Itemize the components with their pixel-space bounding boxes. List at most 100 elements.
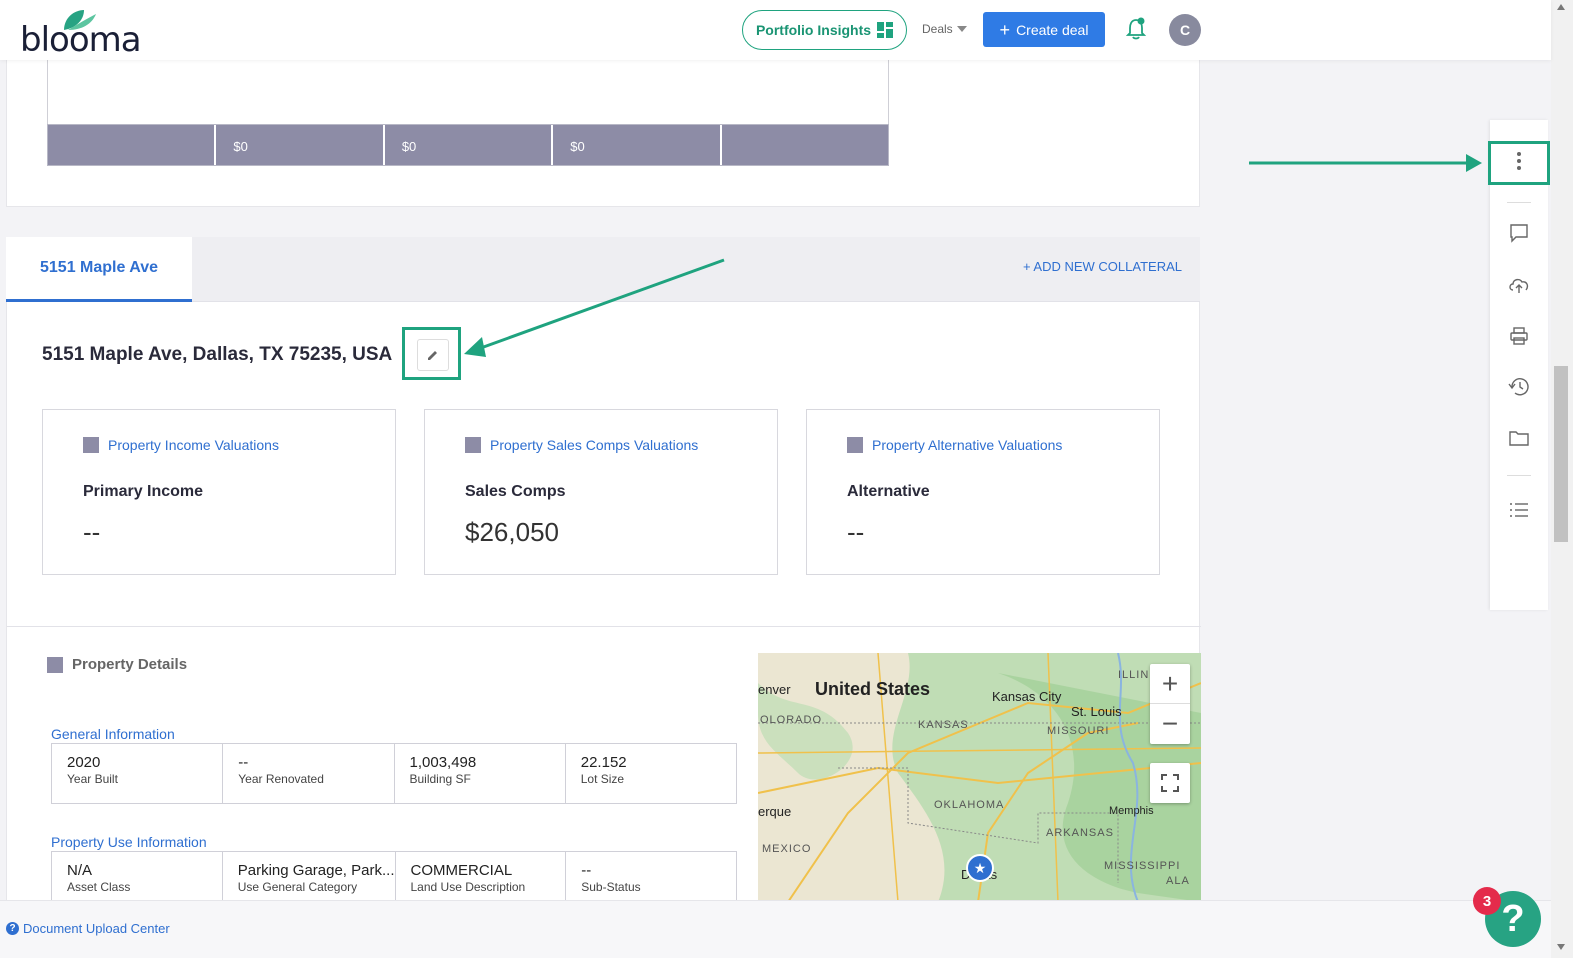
- use-general-category-label: Use General Category: [237, 880, 358, 894]
- list-icon: [1510, 503, 1528, 517]
- more-options-highlight-box: [1488, 141, 1550, 185]
- create-deal-button[interactable]: + Create deal: [983, 12, 1105, 47]
- map-city-label: enver: [758, 682, 791, 697]
- map-country-label: United States: [815, 679, 931, 699]
- map-state-label: OLORADO: [760, 714, 823, 726]
- building-sf-label: Building SF: [409, 772, 471, 786]
- portfolio-insights-button[interactable]: Portfolio Insights: [742, 10, 907, 50]
- asset-class-label: Asset Class: [67, 880, 131, 894]
- comments-button[interactable]: [1490, 213, 1548, 253]
- year-built-cell: 2020 Year Built: [52, 744, 224, 803]
- print-button[interactable]: [1490, 316, 1548, 356]
- property-details-heading: Property Details: [47, 656, 187, 673]
- add-new-collateral-link[interactable]: + ADD NEW COLLATERAL: [1023, 259, 1182, 274]
- lot-size-cell: 22.152 Lot Size: [566, 744, 736, 803]
- map-state-label: ARKANSAS: [1046, 827, 1114, 839]
- summary-cell: $0: [553, 125, 722, 165]
- map-state-label: MISSOURI: [1047, 725, 1110, 737]
- document-upload-center-link[interactable]: ? Document Upload Center: [6, 921, 170, 936]
- collateral-tab-bar: 5151 Maple Ave + ADD NEW COLLATERAL: [6, 237, 1200, 302]
- notification-bell-icon[interactable]: [1125, 17, 1147, 41]
- toolbar-separator: [1507, 475, 1531, 476]
- top-header: blooma Portfolio Insights Deals + Create…: [0, 0, 1551, 60]
- lot-size-label: Lot Size: [580, 772, 625, 786]
- income-valuation-heading: Property Income Valuations: [108, 437, 279, 453]
- general-information-title: General Information: [51, 726, 175, 742]
- summary-cell: [722, 125, 888, 165]
- land-use-description-label: Land Use Description: [410, 880, 526, 894]
- summary-cell: [48, 125, 217, 165]
- map-city-label: Kansas City: [992, 689, 1062, 704]
- section-divider: [7, 626, 1201, 627]
- question-icon: ?: [6, 922, 19, 935]
- map-zoom-control: + −: [1150, 664, 1190, 744]
- income-valuation-card: Property Income Valuations Primary Incom…: [42, 409, 396, 575]
- tab-collateral-5151-maple[interactable]: 5151 Maple Ave: [6, 237, 192, 302]
- primary-income-value: --: [83, 517, 101, 547]
- map-city-label: Memphis: [1109, 805, 1154, 817]
- asset-class-cell: N/A Asset Class: [52, 852, 223, 902]
- sub-status-value: --: [581, 862, 592, 879]
- property-card: 5151 Maple Ave, Dallas, TX 75235, USA Pr…: [6, 302, 1201, 902]
- history-icon: [1508, 378, 1529, 396]
- sub-status-cell: -- Sub-Status: [566, 852, 736, 902]
- property-address: 5151 Maple Ave, Dallas, TX 75235, USA: [42, 344, 393, 365]
- plus-icon: +: [999, 19, 1011, 40]
- create-deal-label: Create deal: [1016, 21, 1089, 38]
- sales-comps-valuation-link[interactable]: Property Sales Comps Valuations: [465, 437, 698, 453]
- history-button[interactable]: [1490, 367, 1548, 407]
- summary-row: $0 $0 $0: [47, 124, 889, 166]
- alternative-valuation-card: Property Alternative Valuations Alternat…: [806, 409, 1160, 575]
- year-renovated-label: Year Renovated: [238, 772, 324, 786]
- year-built-value: 2020: [67, 754, 101, 771]
- toolbar-separator: [1507, 202, 1531, 203]
- map-state-label: MISSISSIPPI: [1104, 860, 1181, 872]
- scroll-thumb[interactable]: [1554, 366, 1568, 542]
- map-state-label: KANSAS: [918, 719, 969, 731]
- help-notification-badge: 3: [1473, 887, 1501, 915]
- caret-down-icon: [956, 26, 967, 32]
- zoom-out-button[interactable]: −: [1150, 704, 1190, 744]
- alternative-valuation-heading: Property Alternative Valuations: [872, 437, 1063, 453]
- scroll-up-arrow-icon[interactable]: [1557, 4, 1565, 10]
- section-square-icon: [465, 437, 481, 453]
- page-footer: ? Document Upload Center: [0, 900, 1551, 958]
- building-sf-cell: 1,003,498 Building SF: [395, 744, 566, 803]
- section-square-icon: [83, 437, 99, 453]
- side-toolbar: [1490, 120, 1548, 610]
- sales-comps-valuation-heading: Property Sales Comps Valuations: [490, 437, 699, 453]
- land-use-description-cell: COMMERCIAL Land Use Description: [396, 852, 567, 902]
- user-avatar[interactable]: C: [1169, 14, 1201, 46]
- use-general-category-cell: Parking Garage, Park... Use General Cate…: [223, 852, 396, 902]
- lot-size-value: 22.152: [580, 754, 627, 771]
- property-use-information-title: Property Use Information: [51, 834, 207, 850]
- page-scrollbar[interactable]: [1551, 0, 1573, 958]
- property-map[interactable]: enver United States Kansas City St. Loui…: [758, 653, 1201, 902]
- annotation-arrowhead: [1466, 154, 1482, 172]
- building-sf-value: 1,003,498: [409, 754, 477, 771]
- general-information-row: 2020 Year Built -- Year Renovated 1,003,…: [51, 743, 737, 804]
- folder-icon: [1509, 431, 1529, 446]
- map-state-label: OKLAHOMA: [934, 799, 1005, 811]
- map-state-label: ALA: [1166, 875, 1190, 887]
- scroll-down-arrow-icon[interactable]: [1557, 944, 1565, 950]
- cloud-upload-icon: [1509, 278, 1529, 293]
- property-location-pin[interactable]: ★: [966, 854, 994, 882]
- section-square-icon: [847, 437, 863, 453]
- land-use-description-value: COMMERCIAL: [410, 862, 513, 879]
- map-city-label: erque: [758, 804, 792, 819]
- document-upload-label: Document Upload Center: [23, 921, 170, 936]
- fullscreen-icon: [1161, 774, 1179, 792]
- cloud-upload-button[interactable]: [1490, 265, 1548, 305]
- income-valuation-link[interactable]: Property Income Valuations: [83, 437, 279, 453]
- use-general-category-value: Parking Garage, Park...: [237, 862, 395, 879]
- list-view-button[interactable]: [1490, 490, 1548, 530]
- alternative-valuation-link[interactable]: Property Alternative Valuations: [847, 437, 1062, 453]
- map-state-label: ILLIN: [1118, 669, 1150, 681]
- portfolio-insights-label: Portfolio Insights: [755, 22, 872, 38]
- sales-comps-value: $26,050: [465, 517, 559, 547]
- map-fullscreen-button[interactable]: [1150, 763, 1190, 803]
- zoom-in-button[interactable]: +: [1150, 664, 1190, 704]
- folder-button[interactable]: [1490, 418, 1548, 458]
- deals-dropdown[interactable]: Deals: [922, 22, 967, 36]
